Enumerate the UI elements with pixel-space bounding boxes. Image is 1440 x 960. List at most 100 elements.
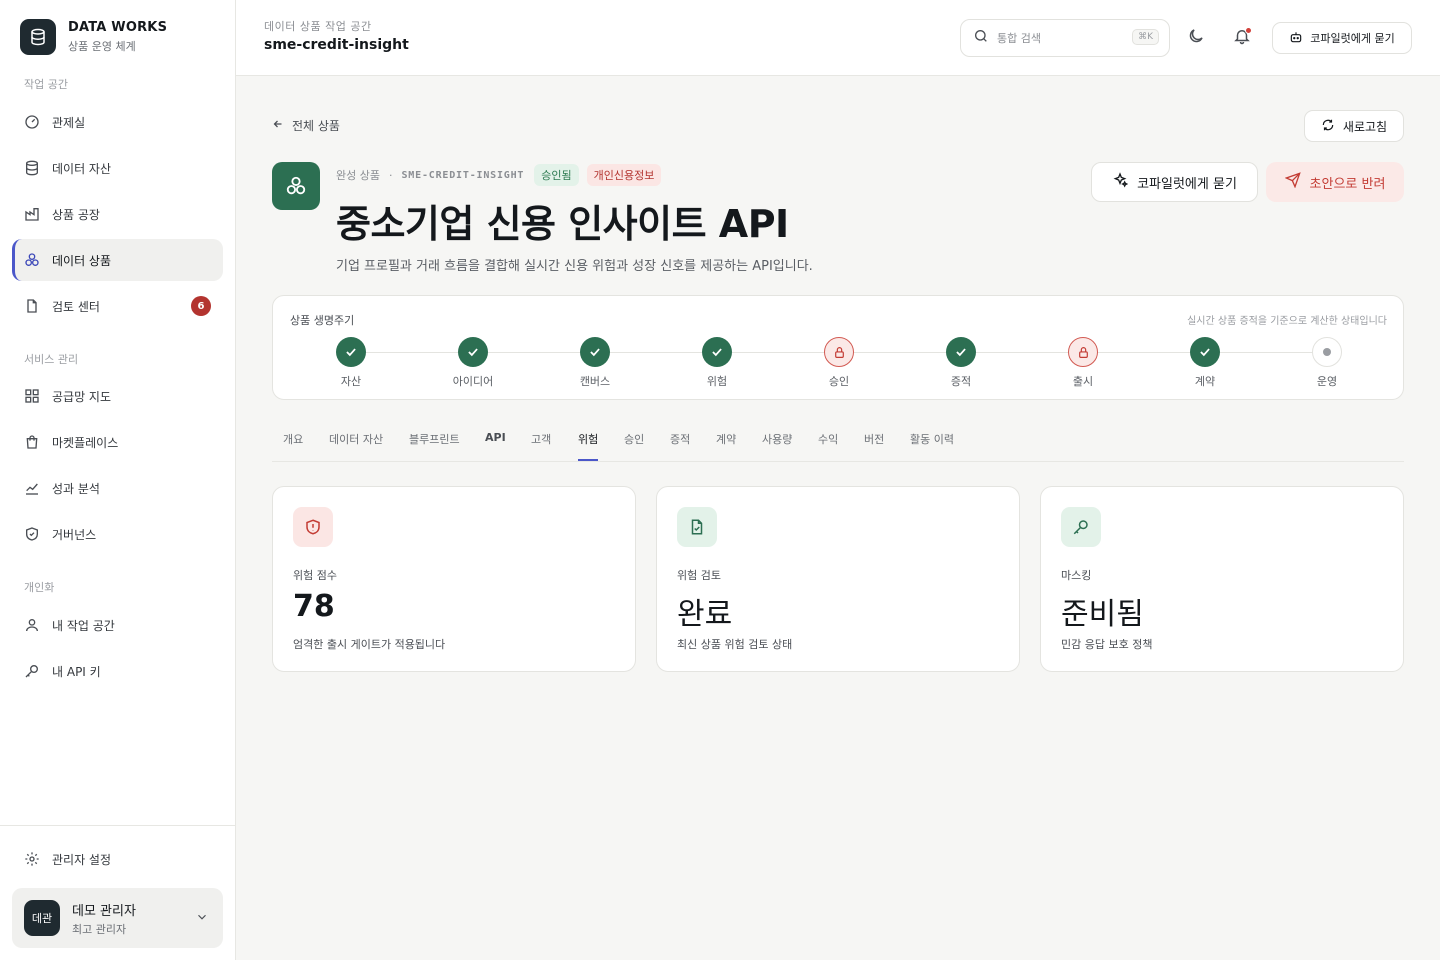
lifecycle-step[interactable]: 승인 [789, 337, 889, 389]
gear-icon [24, 851, 40, 867]
lifecycle-step[interactable]: 출시 [1033, 337, 1133, 389]
user-role: 최고 관리자 [72, 922, 127, 936]
lifecycle-step[interactable]: 증적 [911, 337, 1011, 389]
check-icon [1190, 337, 1220, 367]
chart-icon [24, 480, 40, 496]
tab-item[interactable]: API [485, 431, 506, 456]
sidebar-item-governance[interactable]: 거버넌스 [12, 513, 223, 555]
workspace-label: 데이터 상품 작업 공간 [264, 20, 372, 33]
lifecycle-step[interactable]: 계약 [1155, 337, 1255, 389]
chevron-down-icon [195, 910, 209, 928]
gauge-icon [24, 114, 40, 130]
lock-icon [1068, 337, 1098, 367]
lifecycle-step-label: 운영 [1316, 375, 1338, 388]
ask-copilot-button[interactable]: 코파일럿에게 묻기 [1272, 22, 1412, 54]
lifecycle-step[interactable]: 자산 [301, 337, 401, 389]
sidebar-item-analytics[interactable]: 성과 분석 [12, 467, 223, 509]
risk-score-card: 위험 점수 78 엄격한 출시 게이트가 적용됩니다 [272, 486, 636, 672]
sidebar-item-label: 데이터 상품 [52, 253, 112, 268]
lifecycle-step[interactable]: 운영 [1277, 337, 1377, 389]
card-description: 최신 상품 위험 검토 상태 [677, 638, 793, 651]
breadcrumb: 완성 상품 · SME-CREDIT-INSIGHT 승인됨 개인신용정보 [336, 164, 662, 186]
notification-dot [1245, 27, 1252, 34]
card-label: 마스킹 [1061, 569, 1092, 582]
network-icon [24, 388, 40, 404]
back-label: 전체 상품 [292, 119, 340, 133]
search-input[interactable]: 통합 검색 ⌘K [960, 19, 1170, 57]
sidebar-item-my-workspace[interactable]: 내 작업 공간 [12, 604, 223, 646]
lifecycle-step[interactable]: 캔버스 [545, 337, 645, 389]
sidebar-item-label: 내 작업 공간 [52, 618, 115, 633]
check-icon [458, 337, 488, 367]
sidebar-item-review-center[interactable]: 검토 센터 6 [12, 285, 223, 327]
lifecycle-step-label: 자산 [340, 375, 362, 388]
tab-item[interactable]: 버전 [864, 431, 884, 459]
sidebar-item-my-api-key[interactable]: 내 API 키 [12, 650, 223, 692]
user-name: 데모 관리자 [72, 903, 136, 919]
lifecycle-step[interactable]: 위험 [667, 337, 767, 389]
brand-title: DATA WORKS [68, 20, 168, 35]
lifecycle-title: 상품 생명주기 [290, 314, 355, 327]
sidebar-item-control-room[interactable]: 관제실 [12, 101, 223, 143]
tab-item[interactable]: 고객 [531, 431, 551, 459]
check-icon [336, 337, 366, 367]
product-lifecycle: 상품 생명주기 실시간 상품 증적을 기준으로 계산한 상태입니다 자산 아이디어… [272, 295, 1404, 400]
sidebar-item-label: 상품 공장 [52, 207, 100, 222]
brand[interactable]: DATA WORKS 상품 운영 체계 [20, 19, 167, 55]
tab-item[interactable]: 수익 [818, 431, 838, 459]
back-to-all-products-link[interactable]: 전체 상품 [272, 117, 340, 134]
moon-icon [1187, 27, 1205, 49]
sidebar-item-label: 거버넌스 [52, 527, 97, 542]
sidebar-item-supply-map[interactable]: 공급망 지도 [12, 375, 223, 417]
tab-item[interactable]: 승인 [624, 431, 644, 459]
refresh-button[interactable]: 새로고침 [1304, 110, 1404, 142]
sidebar-item-label: 마켓플레이스 [52, 435, 119, 450]
topbar: 데이터 상품 작업 공간 sme-credit-insight 통합 검색 ⌘K… [236, 0, 1440, 76]
lifecycle-step-label: 위험 [706, 375, 728, 388]
pending-dot-icon [1312, 337, 1342, 367]
notifications-button[interactable] [1230, 26, 1254, 50]
classification-badge: 개인신용정보 [586, 164, 662, 186]
tab-item[interactable]: 개요 [283, 431, 303, 459]
card-label: 위험 검토 [677, 569, 721, 582]
sidebar-item-label: 성과 분석 [52, 481, 100, 496]
workspace-name: sme-credit-insight [264, 37, 409, 53]
sidebar-item-marketplace[interactable]: 마켓플레이스 [12, 421, 223, 463]
tab-item[interactable]: 증적 [670, 431, 690, 459]
tab-item[interactable]: 데이터 자산 [329, 431, 383, 459]
card-description: 엄격한 출시 게이트가 적용됩니다 [293, 638, 446, 651]
tab-item[interactable]: 위험 [578, 431, 599, 461]
sidebar-item-data-products[interactable]: 데이터 상품 [12, 239, 223, 281]
product-icon [272, 162, 320, 210]
reject-to-draft-button[interactable]: 초안으로 반려 [1266, 162, 1404, 202]
section-workspace: 작업 공간 [24, 78, 68, 91]
page-title: 중소기업 신용 인사이트 API [336, 193, 789, 248]
title-bold: API [718, 202, 789, 246]
search-placeholder: 통합 검색 [997, 32, 1041, 45]
sidebar-item-admin-settings[interactable]: 관리자 설정 [12, 838, 223, 880]
search-icon [973, 28, 989, 48]
title-main: 중소기업 신용 인사이트 [336, 202, 719, 246]
reject-label: 초안으로 반려 [1309, 176, 1386, 192]
tab-item[interactable]: 계약 [716, 431, 736, 459]
tab-bar: 개요 데이터 자산 블루프린트 API 고객 위험 승인 증적 계약 사용량 수익 버전 활동 이력 [272, 424, 1404, 462]
sidebar-item-product-factory[interactable]: 상품 공장 [12, 193, 223, 235]
ask-copilot-main-button[interactable]: 코파일럿에게 묻기 [1091, 162, 1258, 202]
user-menu[interactable]: 데관 데모 관리자 최고 관리자 [12, 888, 223, 948]
sidebar: DATA WORKS 상품 운영 체계 작업 공간 관제실 데이터 자산 상품 … [0, 0, 236, 960]
sidebar-item-label: 관리자 설정 [52, 852, 112, 867]
key-icon [1061, 507, 1101, 547]
sidebar-item-label: 데이터 자산 [52, 161, 112, 176]
section-personal: 개인화 [24, 581, 55, 594]
tab-item[interactable]: 활동 이력 [910, 431, 954, 459]
robot-icon [1289, 30, 1310, 47]
sidebar-item-label: 검토 센터 [52, 299, 100, 314]
ask-copilot-label: 코파일럿에게 묻기 [1310, 32, 1395, 45]
theme-toggle-button[interactable] [1184, 26, 1208, 50]
sidebar-item-data-assets[interactable]: 데이터 자산 [12, 147, 223, 189]
masking-card: 마스킹 준비됨 민감 응답 보호 정책 [1040, 486, 1404, 672]
lifecycle-step[interactable]: 아이디어 [423, 337, 523, 389]
tab-item[interactable]: 사용량 [762, 431, 792, 459]
file-review-icon [24, 298, 40, 314]
tab-item[interactable]: 블루프린트 [409, 431, 460, 459]
